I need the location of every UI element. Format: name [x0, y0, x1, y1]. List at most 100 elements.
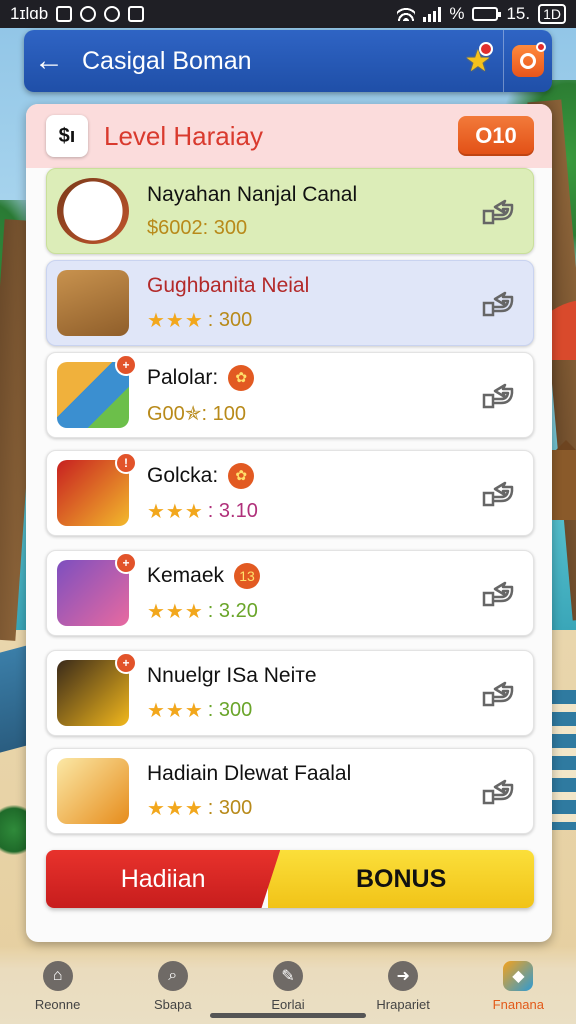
- reward-info: Hadiain Dlewat Faalal ★★★: 300: [147, 762, 481, 821]
- reward-title-text: Kemaek: [147, 563, 225, 587]
- reward-value: : 300: [207, 308, 253, 331]
- header-actions: ★: [453, 30, 552, 92]
- bonus-left-label: Hadiian: [46, 850, 281, 908]
- nav-label: Eorlai: [271, 997, 305, 1012]
- reward-subtitle: ★★★: 300: [147, 308, 481, 333]
- reward-title-text: Hadiain Dlewat Faalal: [147, 761, 352, 785]
- rating-stars-icon: ★★★: [147, 600, 204, 623]
- shield-notification-icon: [128, 6, 145, 22]
- gift-button[interactable]: [504, 30, 552, 92]
- status-time-left: 1ɪlɑb: [10, 4, 49, 23]
- reward-title: Golcka: ✿: [147, 462, 481, 489]
- reward-title: Hadiain Dlewat Faalal: [147, 762, 481, 786]
- nav-item-sbapa[interactable]: ⌕ Sbapa: [123, 961, 223, 1012]
- share-icon[interactable]: [481, 197, 515, 225]
- nav-label: Fnanana: [492, 997, 544, 1012]
- reward-item[interactable]: + Nnuelgr ISa Neiтe ★★★: 300: [46, 650, 534, 736]
- app-notification-icon: [56, 6, 73, 22]
- reward-info: Kemaek 13 ★★★: 3.20: [147, 562, 481, 624]
- reward-item[interactable]: + Palolar: ✿ G00✯: 100: [46, 352, 534, 438]
- reward-value: : 300: [207, 796, 253, 819]
- reward-item[interactable]: Hadiain Dlewat Faalal ★★★: 300: [46, 748, 534, 834]
- reward-item[interactable]: Gughbanita Neial ★★★: 300: [46, 260, 534, 346]
- chat-icon: ✎: [272, 961, 303, 991]
- reward-thumbnail: +: [57, 552, 137, 626]
- reward-title-text: Nayahan Nanjal Canal: [147, 182, 358, 206]
- thumbnail-badge-icon: +: [115, 354, 137, 376]
- rating-stars-icon: ★★★: [147, 797, 204, 820]
- reward-title-text: Nnuelgr ISa Neiтe: [147, 663, 317, 687]
- reward-title-text: Palolar:: [147, 365, 219, 389]
- level-title: Level Haraiay: [104, 120, 263, 151]
- back-button[interactable]: ←: [24, 30, 74, 92]
- reward-title: Palolar: ✿: [147, 364, 481, 391]
- nav-item-eorlai[interactable]: ✎ Eorlai: [238, 961, 338, 1012]
- level-badge[interactable]: O10: [458, 116, 534, 156]
- home-icon: ⌂: [42, 961, 73, 991]
- status-badge: 1D: [538, 4, 566, 24]
- back-arrow-icon: ←: [34, 44, 64, 77]
- forward-icon: ➜: [388, 961, 419, 991]
- level-icon: $ı: [46, 115, 88, 157]
- nav-item-hrapariet[interactable]: ➜ Hrapariet: [353, 961, 453, 1012]
- reward-title: Nnuelgr ISa Neiтe: [147, 664, 481, 688]
- wifi-icon: [397, 7, 416, 21]
- reward-value: : 3.20: [207, 599, 258, 622]
- bonus-button[interactable]: Hadiian BONUS: [46, 850, 534, 908]
- title-badge-icon: 13: [234, 562, 261, 589]
- share-icon[interactable]: [481, 479, 515, 507]
- reward-item[interactable]: Nayahan Nanjal Canal $6002: 300: [46, 168, 534, 254]
- level-header: $ı Level Haraiay O10: [26, 104, 552, 168]
- rating-stars-icon: ★★★: [147, 699, 204, 722]
- reward-title: Kemaek 13: [147, 562, 481, 589]
- thumbnail-badge-icon: !: [115, 452, 137, 474]
- reward-subtitle: ★★★: 3.10: [147, 499, 481, 524]
- reward-subtitle: ★★★: 300: [147, 698, 481, 723]
- reward-info: Gughbanita Neial ★★★: 300: [147, 274, 481, 333]
- reward-title: Nayahan Nanjal Canal: [147, 183, 481, 207]
- reward-info: Palolar: ✿ G00✯: 100: [147, 364, 481, 426]
- gift-notification-dot: [536, 42, 546, 52]
- sync-notification-icon: [104, 6, 121, 22]
- settings-notification-icon: [80, 6, 97, 22]
- reward-item[interactable]: + Kemaek 13 ★★★: 3.20: [46, 550, 534, 636]
- reward-title: Gughbanita Neial: [147, 274, 481, 298]
- battery-icon: [472, 7, 502, 21]
- thumbnail-badge-icon: +: [115, 552, 137, 574]
- status-left: 1ɪlɑb: [10, 4, 145, 24]
- home-indicator[interactable]: [210, 1013, 366, 1018]
- share-icon[interactable]: [481, 579, 515, 607]
- reward-thumbnail: [57, 270, 129, 336]
- nav-label: Sbapa: [153, 997, 192, 1012]
- status-time-right: 15.: [506, 4, 531, 23]
- share-icon[interactable]: [481, 381, 515, 409]
- rewards-panel: $ı Level Haraiay O10 Nayahan Nanjal Cana…: [26, 104, 552, 942]
- reward-info: Nnuelgr ISa Neiтe ★★★: 300: [147, 664, 481, 723]
- reward-info: Nayahan Nanjal Canal $6002: 300: [147, 183, 481, 240]
- share-icon[interactable]: [481, 679, 515, 707]
- signal-icon: [423, 6, 442, 22]
- reward-title-text: Gughbanita Neial: [147, 273, 310, 297]
- reward-subtitle: G00✯: 100: [147, 401, 481, 426]
- bonus-right-label: BONUS: [268, 850, 534, 908]
- reward-subtitle: ★★★: 300: [147, 796, 481, 821]
- reward-value: : 300: [207, 698, 253, 721]
- nav-item-reonne[interactable]: ⌂ Reonne: [8, 961, 108, 1012]
- title-badge-icon: ✿: [228, 364, 255, 391]
- status-right: % 15. 1D: [397, 4, 566, 24]
- beach-chair-right: [552, 690, 576, 830]
- reward-item[interactable]: ! Golcka: ✿ ★★★: 3.10: [46, 450, 534, 536]
- share-icon[interactable]: [481, 777, 515, 805]
- share-icon[interactable]: [481, 289, 515, 317]
- title-badge-icon: ✿: [228, 462, 255, 489]
- promo-icon: ◆: [503, 961, 534, 991]
- nav-item-fnanana[interactable]: ◆ Fnanana: [468, 961, 568, 1012]
- reward-thumbnail: !: [57, 452, 137, 526]
- reward-thumbnail: +: [57, 652, 137, 726]
- favorites-button[interactable]: ★: [453, 30, 504, 92]
- reward-value: G00✯: 100: [147, 402, 247, 425]
- status-bar: 1ɪlɑb % 15. 1D: [0, 0, 576, 28]
- reward-info: Golcka: ✿ ★★★: 3.10: [147, 462, 481, 524]
- reward-thumbnail: [57, 178, 129, 244]
- nav-label: Hrapariet: [376, 997, 430, 1012]
